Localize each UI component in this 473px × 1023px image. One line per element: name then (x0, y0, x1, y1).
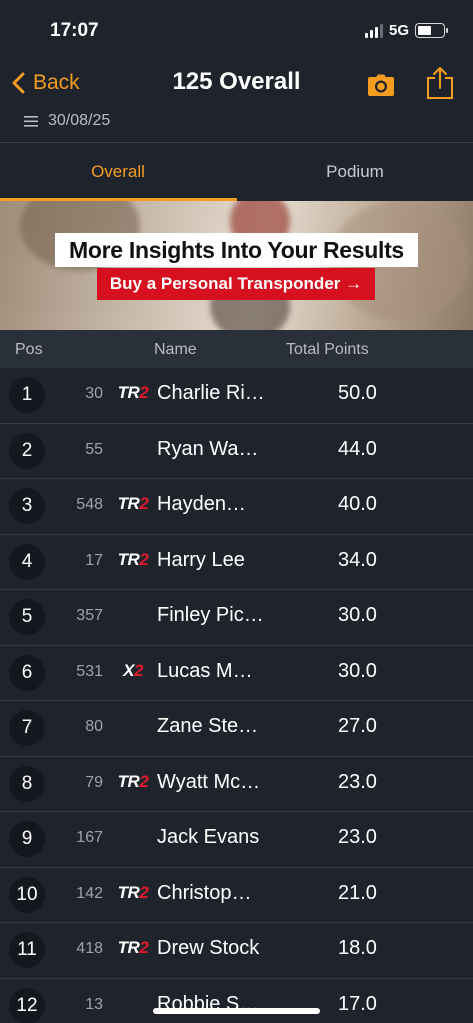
tab-overall[interactable]: Overall (0, 143, 236, 201)
total-points: 23.0 (338, 770, 377, 793)
rider-number: 80 (85, 718, 103, 735)
banner-title: More Insights Into Your Results (55, 233, 418, 267)
total-points: 27.0 (338, 715, 377, 737)
position-badge: 10 (9, 876, 45, 913)
rider-name: Drew Stock (157, 937, 260, 959)
transponder-tag: X2 (123, 660, 143, 680)
position-badge: 1 (9, 377, 45, 413)
total-points: 17.0 (338, 992, 377, 1015)
total-points: 21.0 (338, 881, 377, 904)
share-icon (427, 67, 453, 99)
header-pos: Pos (15, 341, 43, 358)
transponder-tag: TR2 (117, 938, 149, 957)
signal-icon (364, 23, 383, 38)
rider-name: Lucas M… (157, 659, 253, 682)
rider-number: 548 (76, 496, 103, 513)
rider-name: Christop… (157, 881, 252, 904)
list-icon (24, 115, 38, 127)
table-row[interactable]: 8 79 TR2 Wyatt Mc… 23.0 (0, 757, 473, 812)
rider-number: 79 (85, 773, 103, 791)
table-row[interactable]: 5 357 Finley Pic… 30.0 (0, 590, 473, 646)
home-indicator[interactable] (153, 1008, 320, 1014)
rider-number: 531 (76, 662, 103, 680)
rider-number: 167 (76, 829, 103, 846)
results-list: 1 30 TR2 Charlie Ri… 50.0 2 55 Ryan Wa… 44.0 3 548… (0, 368, 473, 1023)
share-button[interactable] (426, 66, 454, 105)
position-badge: 5 (9, 599, 45, 635)
rider-number: 30 (85, 385, 103, 402)
transponder-tag: TR2 (117, 494, 149, 513)
table-header: Pos Name Total Points (0, 330, 473, 368)
position-badge: 7 (9, 710, 45, 746)
rider-name: Hayden… (157, 493, 246, 515)
rider-number: 17 (85, 551, 103, 569)
position-badge: 12 (9, 987, 45, 1023)
page-title: 125 Overall (172, 68, 301, 95)
table-row[interactable]: 6 531 X2 Lucas M… 30.0 (0, 646, 473, 701)
rider-name: Charlie Ri… (157, 382, 265, 404)
position-badge: 6 (9, 654, 45, 691)
total-points: 40.0 (338, 493, 377, 515)
promo-banner[interactable]: More Insights Into Your Results Buy a Pe… (0, 201, 473, 330)
tab-bar: Overall Podium (0, 142, 473, 201)
total-points: 30.0 (338, 604, 377, 626)
table-row[interactable]: 2 55 Ryan Wa… 44.0 (0, 424, 473, 479)
date-row: 30/08/25 (24, 112, 110, 130)
position-badge: 2 (9, 432, 45, 469)
buy-transponder-button[interactable]: Buy a Personal Transponder → (97, 268, 375, 300)
transponder-tag: TR2 (117, 383, 149, 402)
network-label: 5G (388, 22, 409, 39)
rider-name: Wyatt Mc… (157, 770, 261, 793)
table-row[interactable]: 4 17 TR2 Harry Lee 34.0 (0, 535, 473, 590)
rider-name: Jack Evans (157, 826, 260, 848)
total-points: 50.0 (338, 382, 377, 404)
table-row[interactable]: 9 167 Jack Evans 23.0 (0, 812, 473, 868)
table-row[interactable]: 3 548 TR2 Hayden… 40.0 (0, 479, 473, 535)
header-name: Name (154, 341, 197, 358)
rider-name: Finley Pic… (157, 604, 264, 626)
position-badge: 11 (9, 932, 45, 968)
rider-number: 418 (76, 940, 103, 957)
position-badge: 9 (9, 821, 45, 857)
total-points: 30.0 (338, 659, 377, 682)
table-row[interactable]: 1 30 TR2 Charlie Ri… 50.0 (0, 368, 473, 424)
tab-podium[interactable]: Podium (237, 143, 473, 201)
rider-number: 13 (85, 995, 103, 1013)
position-badge: 3 (9, 488, 45, 524)
table-row[interactable]: 12 13 Robbie S… 17.0 (0, 979, 473, 1023)
transponder-tag: TR2 (117, 771, 149, 791)
nav-bar: Back 125 Overall 30/08/25 (0, 62, 473, 142)
battery-icon (415, 23, 448, 38)
rider-number: 357 (76, 607, 103, 624)
event-date: 30/08/25 (48, 112, 111, 129)
status-bar: 17:07 5G (0, 0, 473, 62)
status-indicators: 5G (364, 22, 448, 39)
camera-icon (368, 74, 394, 96)
position-badge: 8 (9, 765, 45, 802)
transponder-tag: TR2 (117, 549, 149, 569)
table-row[interactable]: 11 418 TR2 Drew Stock 18.0 (0, 923, 473, 979)
position-badge: 4 (9, 543, 45, 580)
table-row[interactable]: 7 80 Zane Ste… 27.0 (0, 701, 473, 757)
total-points: 44.0 (338, 437, 377, 460)
rider-number: 142 (76, 884, 103, 902)
rider-name: Zane Ste… (157, 715, 259, 737)
table-row[interactable]: 10 142 TR2 Christop… 21.0 (0, 868, 473, 923)
total-points: 34.0 (338, 548, 377, 571)
rider-name: Ryan Wa… (157, 437, 259, 460)
rider-name: Harry Lee (157, 548, 245, 571)
header-points: Total Points (286, 341, 369, 358)
status-time: 17:07 (50, 20, 99, 41)
total-points: 23.0 (338, 826, 377, 848)
transponder-tag: TR2 (117, 882, 149, 902)
rider-number: 55 (85, 440, 103, 458)
camera-button[interactable] (368, 74, 394, 101)
total-points: 18.0 (338, 937, 377, 959)
